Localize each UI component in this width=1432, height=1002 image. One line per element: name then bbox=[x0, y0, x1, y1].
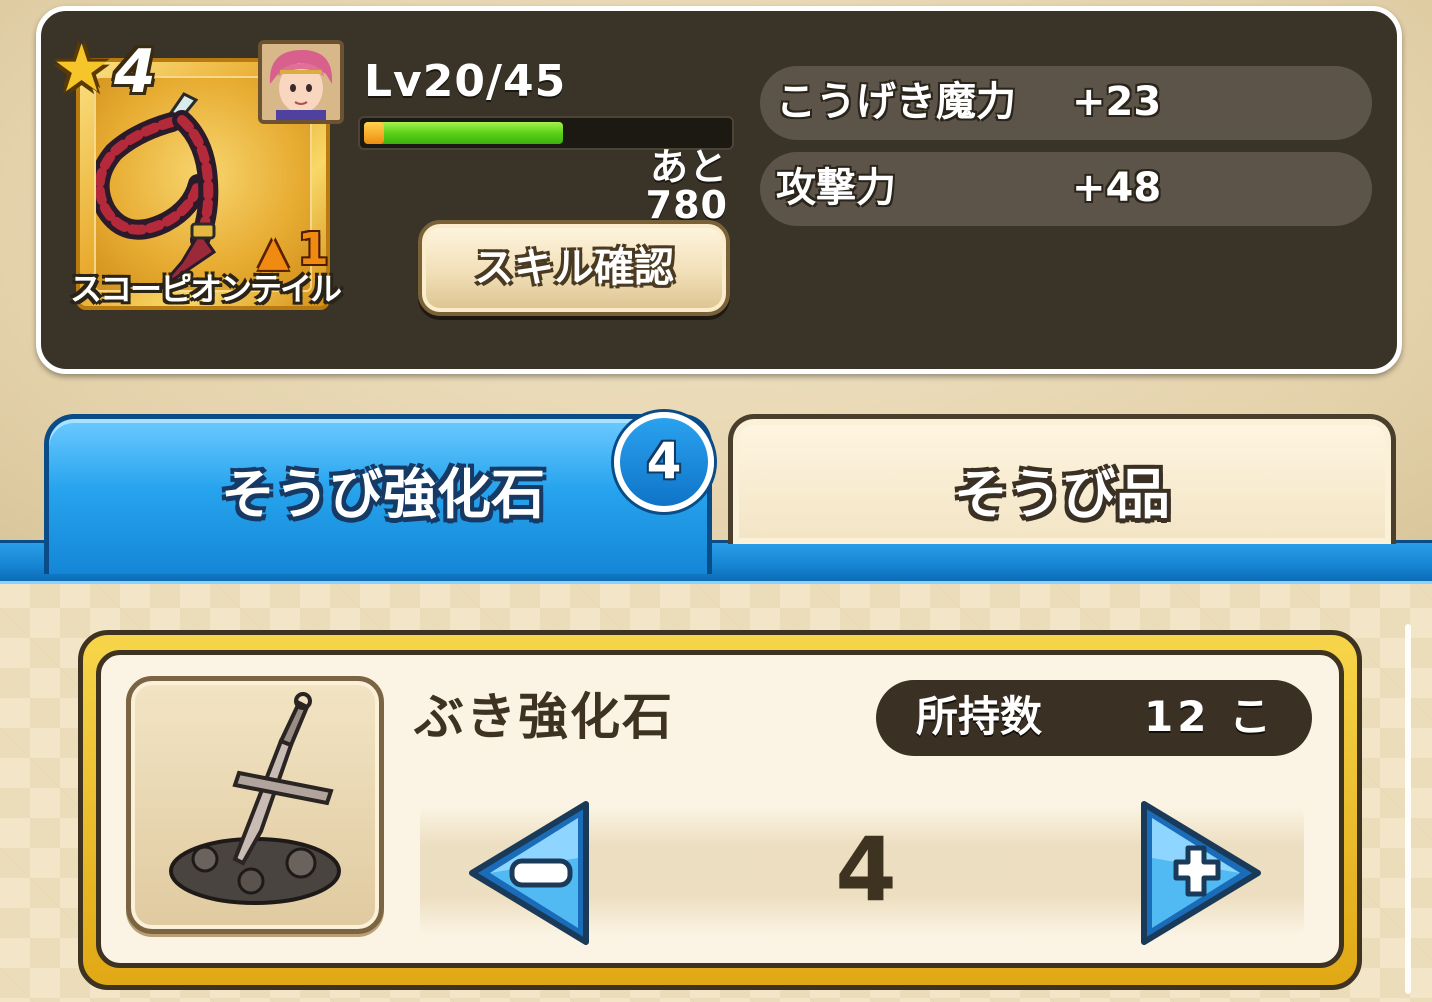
sword-stone-icon bbox=[169, 692, 341, 905]
character-face-icon bbox=[262, 44, 340, 120]
star-icon: ★ bbox=[52, 30, 112, 107]
stat-value: +48 bbox=[1072, 165, 1162, 211]
upgrade-indicator: ▲ 1 bbox=[258, 228, 338, 276]
increase-button[interactable] bbox=[1132, 798, 1268, 948]
upgrade-level: 1 bbox=[298, 224, 329, 275]
minus-arrow-icon bbox=[469, 801, 589, 945]
up-arrow-icon: ▲ bbox=[258, 229, 289, 275]
remaining-exp: あと 780 bbox=[645, 145, 728, 227]
material-name: ぶき強化石 bbox=[414, 688, 674, 746]
tab-enhancement-stones[interactable]: そうび強化石 bbox=[44, 414, 712, 574]
material-thumbnail bbox=[126, 676, 384, 934]
tab-equipment-label: そうび品 bbox=[954, 463, 1170, 526]
quantity-value: 4 bbox=[835, 818, 897, 921]
exp-bar-cap bbox=[364, 122, 384, 144]
rarity-value: 4 bbox=[114, 37, 156, 107]
stat-row-attack: 攻撃力 +48 bbox=[760, 152, 1372, 226]
level-text: Lv20/45 bbox=[364, 56, 567, 107]
skill-check-button[interactable]: スキル確認 bbox=[418, 220, 730, 316]
exp-bar-fill bbox=[364, 122, 563, 144]
decrease-button[interactable] bbox=[462, 798, 598, 948]
plus-arrow-icon bbox=[1141, 801, 1261, 945]
tab-count-badge: 4 bbox=[614, 412, 714, 512]
owned-label: 所持数 bbox=[916, 692, 1043, 741]
character-avatar bbox=[258, 40, 344, 124]
weapon-name: スコーピオンテイル bbox=[70, 270, 342, 308]
rarity-indicator: ★ 4 bbox=[52, 36, 182, 112]
scrollbar[interactable] bbox=[1405, 624, 1411, 994]
owned-count-pill: 所持数 12 こ bbox=[876, 680, 1312, 756]
owned-count: 12 こ bbox=[1144, 692, 1276, 741]
tab-equipment[interactable]: そうび品 bbox=[728, 414, 1396, 544]
stat-row-magic-attack: こうげき魔力 +23 bbox=[760, 66, 1372, 140]
stat-label: こうげき魔力 bbox=[776, 79, 1016, 125]
stat-value: +23 bbox=[1072, 79, 1162, 125]
stat-label: 攻撃力 bbox=[776, 165, 896, 211]
